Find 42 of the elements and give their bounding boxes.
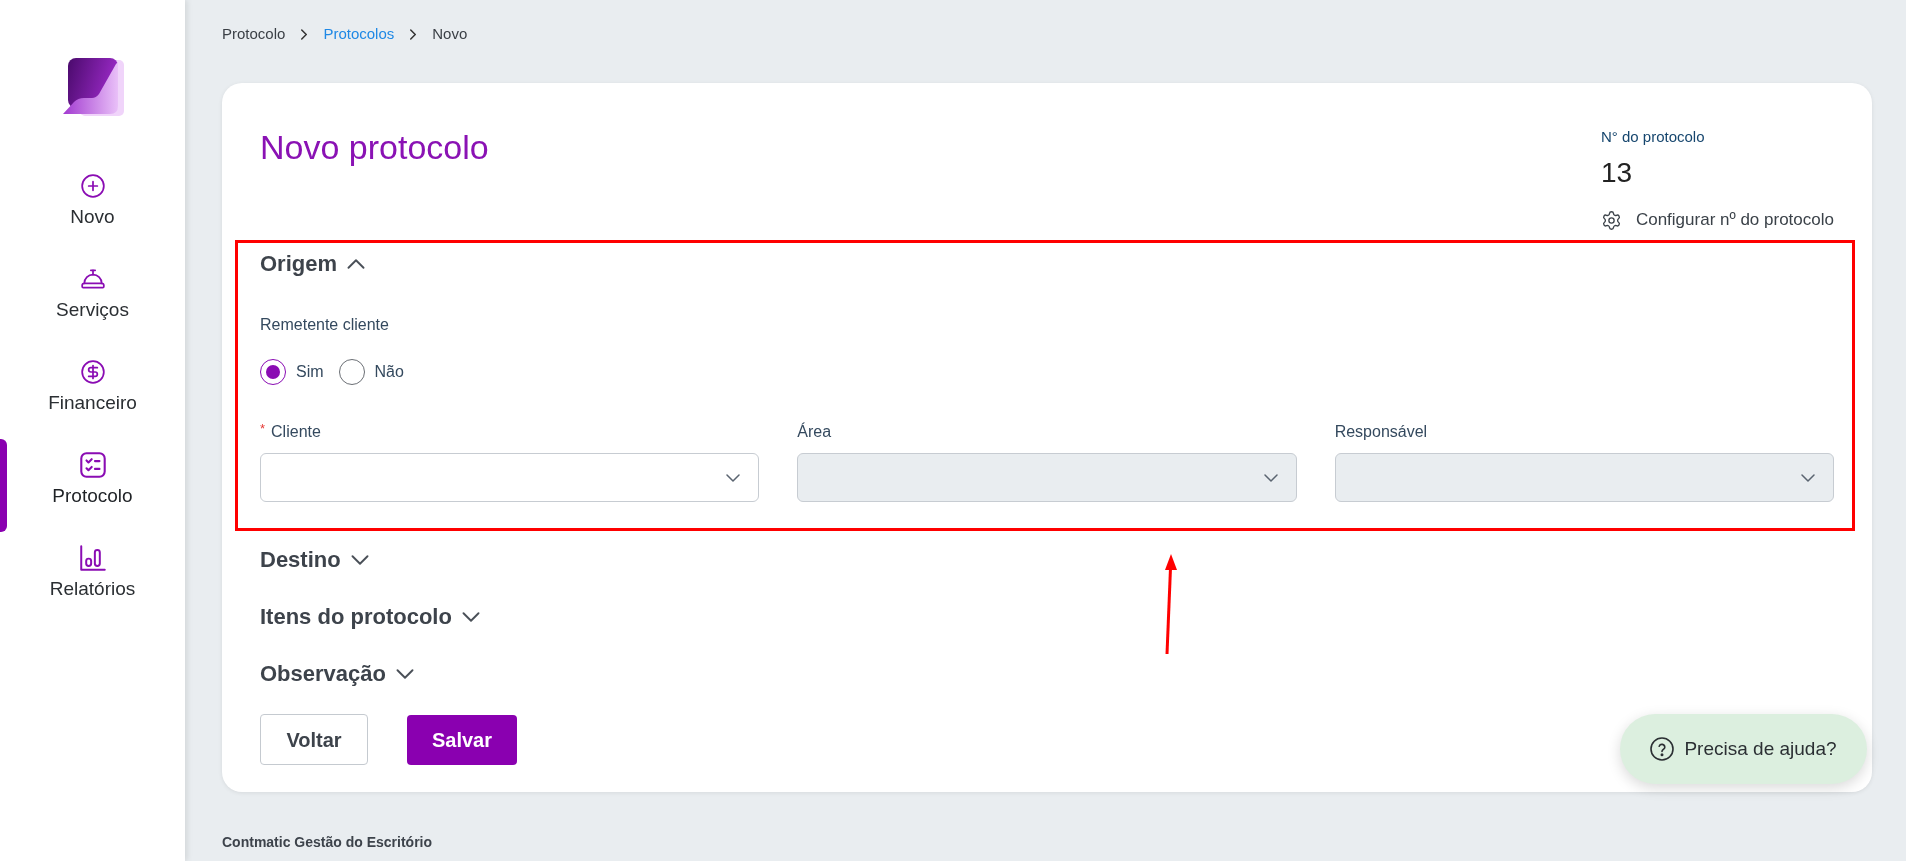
radio-button[interactable] — [260, 359, 286, 385]
settings-icon — [1600, 209, 1622, 231]
bar-chart-icon — [79, 545, 106, 571]
chevron-down-icon — [726, 473, 741, 482]
radio-group-label: Remetente cliente — [260, 315, 389, 335]
field-label: Cliente — [271, 422, 321, 442]
section-toggle[interactable]: Destino — [260, 545, 369, 575]
sidebar-item[interactable]: Financeiro — [0, 346, 185, 439]
footer-text: Contmatic Gestão do Escritório — [222, 833, 433, 851]
select-field[interactable] — [260, 453, 760, 502]
chevron-right-icon — [301, 28, 308, 40]
dollar-circle-icon — [79, 359, 106, 385]
required-mark: * — [260, 422, 266, 436]
radio-button[interactable] — [338, 359, 365, 385]
protocol-number: 13 — [1600, 156, 1633, 190]
help-button[interactable]: Precisa de ajuda? — [1620, 714, 1867, 784]
breadcrumb-item: Novo — [432, 24, 468, 44]
bell-icon — [79, 266, 106, 292]
logo-icon — [61, 58, 124, 116]
section-toggle[interactable]: Origem — [260, 249, 366, 279]
chevron-down-icon — [1263, 473, 1278, 482]
checklist-icon — [79, 452, 106, 478]
back-button[interactable]: Voltar — [260, 714, 368, 765]
field-label: Área — [797, 421, 832, 442]
breadcrumb-item: Protocolo — [222, 24, 286, 44]
sidebar-item[interactable]: Novo — [0, 160, 185, 253]
sidebar-item[interactable]: Protocolo — [0, 439, 185, 532]
configure-link[interactable]: Configurar nº do protocolo — [1600, 209, 1834, 231]
chevron-right-icon — [410, 28, 417, 40]
section-toggle[interactable]: Itens do protocolo — [260, 602, 480, 632]
sidebar-item[interactable]: Relatórios — [0, 532, 185, 625]
chevron-down-icon — [1801, 473, 1815, 482]
help-icon — [1650, 737, 1675, 761]
protocol-number-label: N° do protocolo — [1600, 127, 1705, 147]
save-button[interactable]: Salvar — [407, 714, 517, 765]
sidebar-item[interactable]: Serviços — [0, 253, 185, 346]
field-label: Responsável — [1334, 422, 1428, 442]
radio-option[interactable]: Não — [338, 359, 404, 385]
section-toggle[interactable]: Observação — [260, 659, 414, 689]
plus-circle-icon — [79, 173, 106, 199]
page-title: Novo protocolo — [260, 127, 489, 167]
radio-option[interactable]: Sim — [260, 359, 324, 385]
